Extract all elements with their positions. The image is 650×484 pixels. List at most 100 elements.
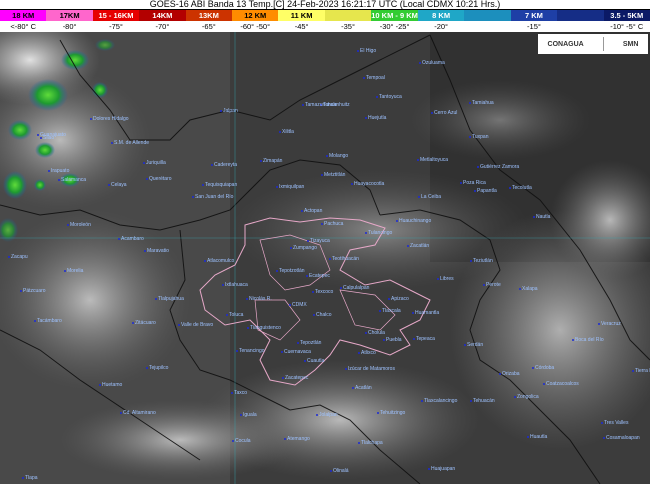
city-label: Tepoztlán (297, 340, 321, 346)
city-label: Acambaro (118, 236, 144, 242)
city-label: Jalpan (220, 108, 238, 114)
city-label: Celaya (108, 182, 127, 188)
city-label: Tantoyuca (376, 94, 402, 100)
city-label: Tenancingo (236, 348, 265, 354)
scale-segment (464, 10, 511, 32)
city-label: Cuautla (304, 358, 324, 364)
city-label: Dolores Hidalgo (90, 116, 129, 122)
city-label: Tlalchapa (358, 440, 383, 446)
city-label: Tlalpujahua (155, 296, 184, 302)
city-label: La Ceiba (418, 194, 441, 200)
city-label: Huautla (527, 434, 547, 440)
scale-segment: 14KM -70° (139, 10, 186, 32)
agency-logos: CONAGUA SMN (538, 34, 648, 54)
city-label: Atlacomulco (204, 258, 234, 264)
city-label: Tres Valles (601, 420, 628, 426)
city-label: Xalapa (519, 286, 538, 292)
city-label: Acatlán (352, 385, 372, 391)
city-label: Gutiérrez Zamora (477, 164, 519, 170)
city-label: Tehuitzingo (377, 410, 405, 416)
city-label: Zacapu (8, 254, 28, 260)
city-label: Olinalá (330, 468, 349, 474)
scale-altitude-label: 17KM (46, 10, 93, 21)
city-label: Veracruz (598, 321, 621, 327)
scale-segment: 18 KM <-80° C (0, 10, 47, 32)
image-title: GOES-16 ABI Banda 13 Temp.[C] 24-Feb-202… (0, 0, 650, 9)
scale-altitude-label: 11 KM (278, 10, 325, 21)
city-label: Metztitlán (321, 172, 345, 178)
city-label: Salamanca (58, 177, 86, 183)
scale-segment: 8 KM -20° (417, 10, 465, 32)
city-label: Huetamo (99, 382, 122, 388)
city-label: Tianguistenco (247, 325, 281, 331)
city-label: Huauchinango (396, 218, 431, 224)
scale-altitude-label: 18 KM (0, 10, 47, 21)
scale-altitude-label: 14KM (139, 10, 186, 21)
city-label: Zongolica (514, 394, 539, 400)
city-label: Chalco (313, 312, 332, 318)
city-label: Poza Rica (460, 180, 486, 186)
scale-temperature-label: -80° (46, 21, 93, 32)
scale-segment: -35° (324, 10, 372, 32)
city-label: Cocula (232, 438, 251, 444)
scale-altitude-label (324, 10, 372, 21)
city-label: Ixmiquilpan (276, 184, 304, 190)
city-label: Zacatepec (282, 375, 308, 381)
scale-temperature-label: -45° (278, 21, 325, 32)
scale-temperature-label (464, 21, 511, 32)
city-label: Huajuapan (428, 466, 455, 472)
city-label: Cuernavaca (281, 349, 311, 355)
city-label: Libres (437, 276, 454, 282)
city-label: Cadereyta (211, 162, 237, 168)
satellite-map: Guanajuato S.M. de Allende Dolores Hidalgo… (0, 32, 650, 484)
city-label: Nicolás R. (246, 296, 272, 302)
scale-altitude-label (557, 10, 604, 21)
city-label: Tlaxcala (379, 308, 401, 314)
city-label: Jolalpan (316, 412, 338, 418)
scale-altitude-label: 13KM (185, 10, 233, 21)
city-label: Cerro Azul (431, 110, 457, 116)
city-label: Cd. Altamirano (120, 410, 156, 416)
city-label: Papantla (474, 188, 497, 194)
scale-segment: 11 KM -45° (278, 10, 325, 32)
scale-temperature-label: -75° (92, 21, 140, 32)
city-label: Querétaro (146, 176, 172, 182)
city-label: Molango (326, 153, 348, 159)
city-label: Maravatio (144, 248, 169, 254)
city-label: Tecolutla (509, 185, 532, 191)
city-label: Xilitla (279, 129, 294, 135)
city-label: Tequisquiapan (202, 182, 237, 188)
city-label: Cholula (365, 330, 385, 336)
city-label: Teotihuacán (329, 256, 359, 262)
city-label: S.M. de Allende (111, 140, 149, 146)
city-label: Silao (40, 135, 54, 141)
scale-altitude-label: 7 KM (510, 10, 558, 21)
scale-segment: 12 KM -60° -50° (232, 10, 279, 32)
scale-segment: 3.5 - 5KM -10° -5° C (603, 10, 650, 32)
city-label: Pátzcuaro (20, 288, 46, 294)
city-label: Perote (483, 282, 501, 288)
city-label: Teziutlán (470, 258, 493, 264)
scale-altitude-label: 15 - 16KM (92, 10, 140, 21)
scale-segment: 15 - 16KM -75° (92, 10, 140, 32)
city-label: Ecatepec (306, 273, 330, 279)
city-label: Zumpango (290, 245, 317, 251)
scale-altitude-label: 8 KM (417, 10, 465, 21)
city-label: Zimapán (260, 158, 282, 164)
city-label: Tlapa (22, 475, 38, 481)
city-label: Toluca (226, 312, 243, 318)
scale-segment: 10 KM - 9 KM -30° -25° (371, 10, 418, 32)
scale-temperature-label: -60° -50° (232, 21, 279, 32)
city-label: Morelia (64, 268, 83, 274)
city-label: Puebla (383, 337, 402, 343)
scale-segment: 17KM -80° (46, 10, 93, 32)
city-label: Calpulalpan (340, 285, 369, 291)
conagua-logo: CONAGUA (547, 40, 584, 48)
city-label: Ozuluama (419, 60, 445, 66)
scale-temperature-label: -35° (324, 21, 372, 32)
city-label: Zitácuaro (132, 320, 156, 326)
city-label: Tempoal (363, 75, 385, 81)
city-label: Tuxpan (469, 134, 489, 140)
city-label: Zacatlán (407, 243, 429, 249)
city-label: Ixtlahuaca (222, 282, 248, 288)
